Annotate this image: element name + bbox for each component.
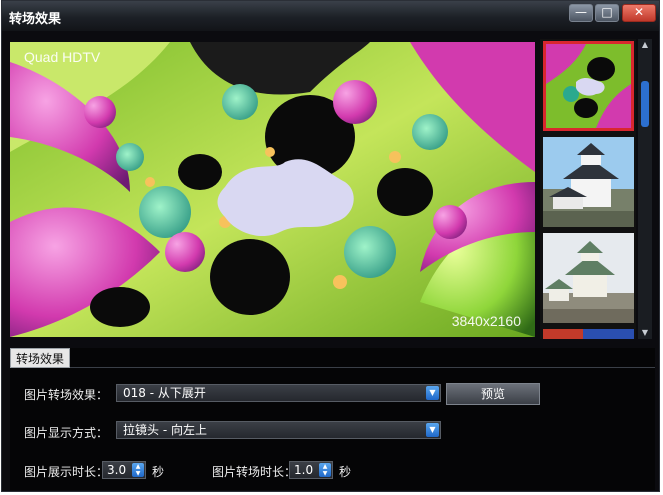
preview-image: Quad HDTV 3840x2160: [10, 42, 535, 337]
effect-select-value: 018 - 从下展开: [123, 386, 206, 400]
show-duration-unit: 秒: [152, 465, 165, 479]
transition-effect-window: 转场效果 — □ ✕ Quad HDTV 3840x2160 ▲ ▼ 转场效果 …: [1, 0, 660, 492]
spin-down-icon[interactable]: ▼: [136, 470, 141, 477]
spin-arrows-icon[interactable]: ▲ ▼: [319, 463, 331, 477]
display-mode-select-value: 拉镜头 - 向左上: [123, 423, 207, 437]
partial-thumbnail-image: [543, 329, 634, 339]
close-button[interactable]: ✕: [622, 4, 656, 22]
spin-down-icon[interactable]: ▼: [323, 470, 328, 477]
minimize-button[interactable]: —: [569, 4, 593, 22]
transition-duration-value: 1.0: [294, 463, 314, 477]
thumbnail-scrollbar[interactable]: ▲ ▼: [638, 39, 652, 339]
effect-select[interactable]: 018 - 从下展开 ▼: [116, 384, 441, 402]
chevron-down-icon[interactable]: ▼: [426, 423, 439, 437]
tab-divider: [70, 367, 655, 368]
show-duration-stepper[interactable]: 3.0 ▲ ▼: [102, 461, 146, 479]
title-bar[interactable]: 转场效果 — □ ✕: [2, 1, 659, 31]
spin-up-icon[interactable]: ▲: [323, 463, 328, 470]
brand-overlay-label: Quad HDTV: [24, 49, 101, 65]
window-title: 转场效果: [9, 12, 62, 27]
fractal-art: [10, 42, 535, 337]
scroll-down-icon[interactable]: ▼: [638, 327, 652, 339]
resolution-overlay-label: 3840x2160: [451, 313, 521, 329]
tab-transition-effect[interactable]: 转场效果: [10, 348, 70, 368]
spin-arrows-icon[interactable]: ▲ ▼: [132, 463, 144, 477]
spin-up-icon[interactable]: ▲: [136, 463, 141, 470]
display-mode-select[interactable]: 拉镜头 - 向左上 ▼: [116, 421, 441, 439]
transition-duration-stepper[interactable]: 1.0 ▲ ▼: [289, 461, 333, 479]
transition-duration-label: 图片转场时长：: [212, 465, 297, 479]
castle-thumbnail-image: [543, 137, 634, 227]
scroll-up-icon[interactable]: ▲: [638, 39, 652, 51]
chevron-down-icon[interactable]: ▼: [426, 386, 439, 400]
thumbnail-strip: [540, 39, 636, 339]
fractal-thumbnail-image: [546, 44, 631, 128]
thumbnail-partial[interactable]: [543, 329, 634, 339]
show-duration-label: 图片展示时长：: [24, 465, 109, 479]
settings-panel: 转场效果 图片转场效果： 018 - 从下展开 ▼ 预览 图片显示方式： 拉镜头…: [10, 348, 655, 490]
castle-thumbnail-image: [543, 233, 634, 323]
transition-duration-unit: 秒: [339, 465, 352, 479]
preview-button[interactable]: 预览: [446, 383, 540, 405]
scrollbar-thumb[interactable]: [641, 81, 649, 127]
thumbnail-castle-1[interactable]: [543, 137, 634, 227]
display-mode-label: 图片显示方式：: [24, 426, 109, 440]
thumbnail-castle-2[interactable]: [543, 233, 634, 323]
thumbnail-fractal[interactable]: [543, 41, 634, 131]
show-duration-value: 3.0: [107, 463, 127, 477]
effect-label: 图片转场效果：: [24, 388, 109, 402]
maximize-button[interactable]: □: [595, 4, 619, 22]
